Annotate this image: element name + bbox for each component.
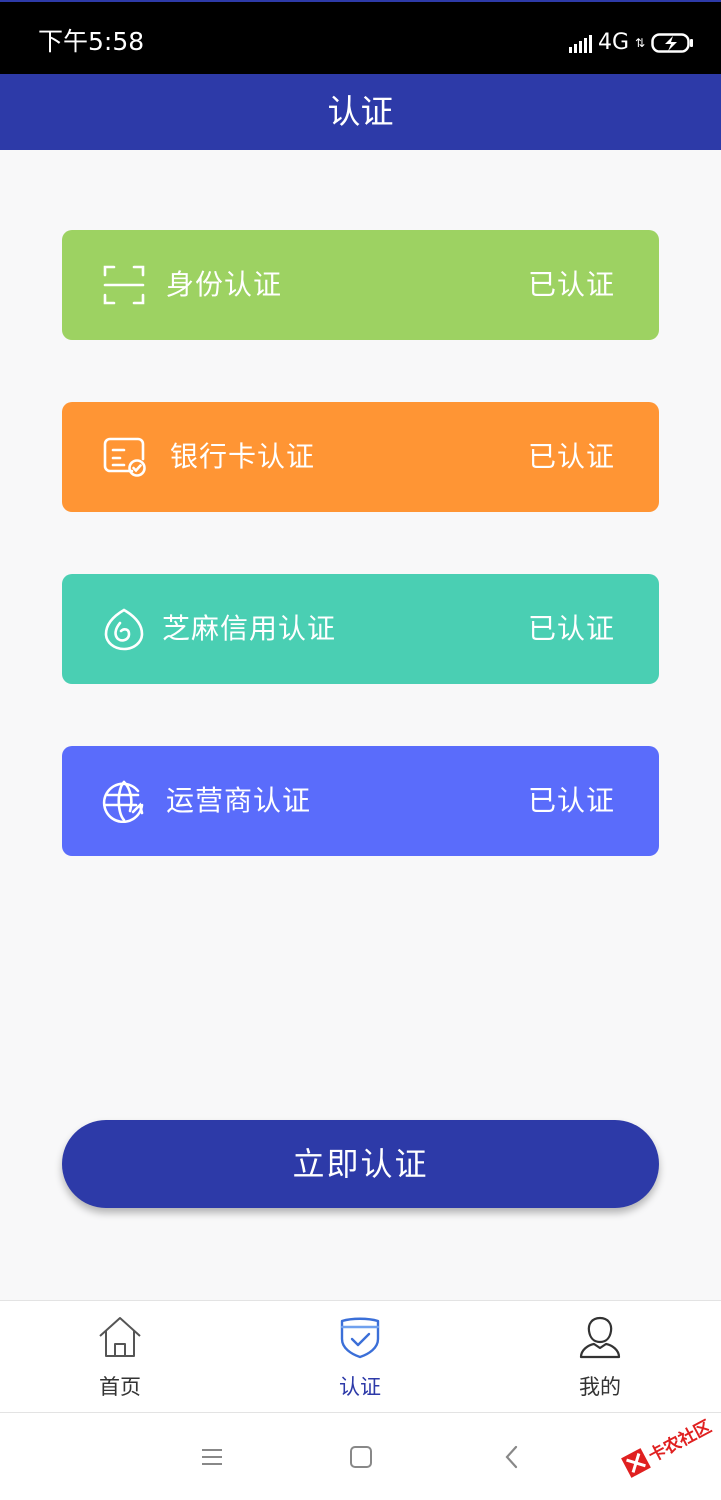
card-status: 已认证 [527, 784, 615, 817]
card-title: 身份认证 [166, 268, 283, 301]
status-indicators: 4G ⇅ [568, 28, 695, 58]
card-status: 已认证 [527, 268, 615, 301]
page-title: 认证 [327, 92, 394, 131]
card-status: 已认证 [527, 440, 615, 473]
nav-item-verification[interactable]: 认证 [300, 1301, 420, 1414]
card-carrier-verification[interactable]: 运营商认证 已认证 [62, 746, 659, 856]
menu-icon[interactable] [198, 1443, 226, 1471]
card-title: 芝麻信用认证 [162, 612, 337, 645]
signal-icon [568, 33, 592, 53]
status-bar: 下午5:58 4G ⇅ [0, 0, 721, 74]
watermark-logo: 卡农社区 [621, 1416, 715, 1478]
bank-card-icon [103, 437, 146, 477]
shield-check-icon [340, 1317, 380, 1359]
card-title: 运营商认证 [166, 784, 312, 817]
data-arrows-icon: ⇅ [635, 36, 646, 50]
card-status: 已认证 [527, 612, 615, 645]
nav-label: 我的 [579, 1375, 621, 1399]
verify-now-button[interactable]: 立即认证 [62, 1120, 659, 1208]
nav-label: 首页 [99, 1375, 141, 1399]
id-scan-icon [103, 265, 145, 305]
network-label: 4G [597, 30, 629, 55]
home-icon [99, 1317, 141, 1357]
card-identity-verification[interactable]: 身份认证 已认证 [62, 230, 659, 340]
status-time: 下午5:58 [38, 27, 145, 56]
carrier-globe-icon [102, 780, 144, 823]
bottom-nav: 首页 认证 我的 [0, 1300, 721, 1413]
nav-item-home[interactable]: 首页 [60, 1301, 180, 1414]
app-header: 认证 [0, 74, 721, 150]
sesame-credit-icon [104, 608, 144, 651]
back-icon[interactable] [498, 1443, 526, 1471]
home-square-icon[interactable] [347, 1443, 375, 1471]
card-sesame-credit-verification[interactable]: 芝麻信用认证 已认证 [62, 574, 659, 684]
svg-text:卡农社区: 卡农社区 [645, 1416, 715, 1466]
battery-charging-icon [651, 33, 693, 53]
card-bank-card-verification[interactable]: 银行卡认证 已认证 [62, 402, 659, 512]
card-title: 银行卡认证 [170, 440, 316, 473]
user-icon [579, 1316, 621, 1359]
nav-label: 认证 [339, 1375, 381, 1399]
nav-item-mine[interactable]: 我的 [540, 1301, 660, 1414]
